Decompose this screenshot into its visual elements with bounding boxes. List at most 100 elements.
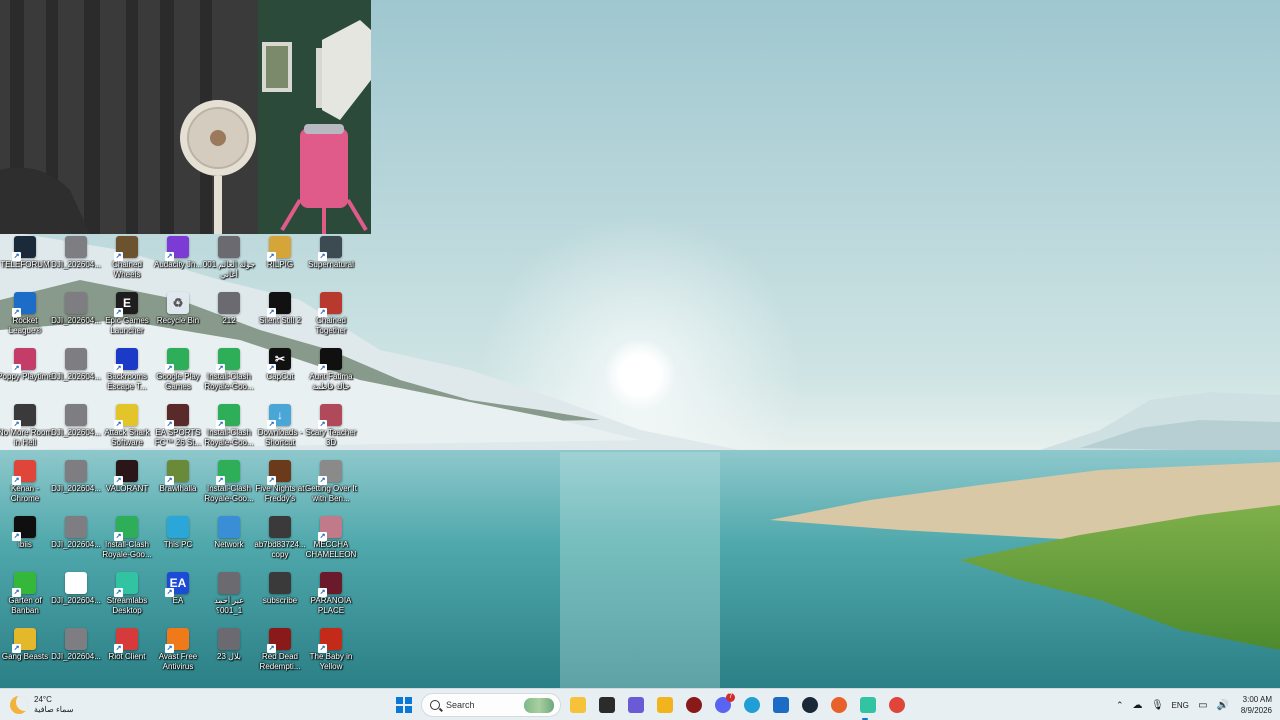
taskbar-search-box[interactable]: Search <box>421 693 561 717</box>
app-icon <box>12 236 36 261</box>
desktop-icon[interactable]: Install-Clash Royale-Goo... <box>102 514 152 570</box>
desktop-icon[interactable]: Install-Clash Royale-Goo... <box>204 346 254 402</box>
desktop-icon-label: EA <box>172 596 184 605</box>
desktop-icon-label: جولة العالم 001 أغاني <box>202 260 256 279</box>
desktop-icon[interactable]: جولة العالم 001 أغاني <box>202 234 256 290</box>
desktop-icon[interactable]: Network <box>204 514 254 570</box>
desktop-icon[interactable]: Five Nights at Freddy's <box>255 458 305 514</box>
desktop-icon[interactable]: DJI_202604... <box>51 290 101 346</box>
desktop-icon-label: Attack Shark Software <box>104 428 150 447</box>
desktop-icon[interactable]: Chained Together <box>306 290 356 346</box>
app-icon: ✂ <box>267 348 291 373</box>
app-icon: ↓ <box>267 404 291 429</box>
weather-widget[interactable]: 24°C سماء صافية <box>10 693 74 717</box>
desktop-icon[interactable]: Garten of Banban <box>0 570 50 626</box>
desktop-icon[interactable]: Install-Clash Royale-Goo... <box>204 402 254 458</box>
desktop-icon[interactable]: DJI_202604... <box>51 626 101 682</box>
desktop-icon[interactable]: EEpic Games Launcher <box>102 290 152 346</box>
clock[interactable]: 3:00 AM 8/9/2026 <box>1241 694 1272 716</box>
taskbar-app-button[interactable] <box>798 693 822 717</box>
desktop-icon[interactable]: Chained Wheels <box>102 234 152 290</box>
desktop-icon[interactable]: DJI_202604... <box>51 570 101 626</box>
desktop-icon[interactable]: Scary Teacher 3D <box>306 402 357 458</box>
desktop-icon[interactable]: MECCHA CHAMELEON <box>306 514 356 570</box>
desktop-icon[interactable]: ♻ Recycle Bin <box>153 290 203 346</box>
app-icon <box>165 628 189 653</box>
desktop-icon[interactable]: EA SPORTS FC™ 26 St... <box>153 402 203 458</box>
desktop-icon[interactable]: Audacity Jn... <box>153 234 203 290</box>
network-icon[interactable]: ▭ <box>1197 699 1209 711</box>
desktop-icon[interactable]: TELEFORUM <box>0 234 50 290</box>
desktop-icon[interactable]: Getting Over It with Ben... <box>305 458 357 514</box>
show-hidden-icons-chevron-icon[interactable]: ⌃ <box>1116 700 1124 711</box>
desktop-icon[interactable]: No More Room in Hell <box>0 402 52 458</box>
task-view-icon <box>599 697 615 713</box>
app-icon <box>318 572 342 597</box>
desktop-icon[interactable]: Riot Client <box>102 626 152 682</box>
search-highlight-icon <box>524 698 554 713</box>
taskbar-app-button[interactable] <box>566 693 590 717</box>
desktop-icon[interactable]: Kenan - Chrome <box>0 458 50 514</box>
clock-time: 3:00 AM <box>1242 695 1272 704</box>
desktop-icon[interactable]: Attack Shark Software <box>102 402 152 458</box>
microsoft-store-icon <box>773 697 789 713</box>
taskbar-app-button[interactable] <box>769 693 793 717</box>
desktop-icon[interactable]: PARANOIA PLACE <box>306 570 356 626</box>
taskbar-app-button[interactable] <box>682 693 706 717</box>
desktop-icon[interactable]: Streamlabs Desktop <box>102 570 152 626</box>
desktop-icon[interactable]: Silent Still 2 <box>255 290 305 346</box>
taskbar-app-button[interactable] <box>856 693 880 720</box>
desktop-icon[interactable]: ibiis <box>0 514 50 570</box>
desktop-icon[interactable]: DJI_202604... <box>51 346 101 402</box>
taskbar-app-button[interactable] <box>885 693 909 717</box>
desktop-icon[interactable]: RILPIG <box>255 234 305 290</box>
app-icon <box>165 404 189 429</box>
app-icon <box>167 516 189 538</box>
desktop-icon[interactable]: 212 <box>204 290 254 346</box>
taskbar-app-button[interactable]: 7 <box>711 693 735 717</box>
desktop-icon[interactable]: Gang Beasts <box>0 626 50 682</box>
taskbar-app-button[interactable] <box>740 693 764 717</box>
app-icon: E <box>114 292 138 317</box>
desktop-icon[interactable]: ✂CapCut <box>255 346 305 402</box>
desktop-icon[interactable]: Red Dead Redempti... <box>255 626 305 682</box>
app-icon <box>267 460 291 485</box>
volume-icon[interactable]: 🔊 <box>1217 699 1229 711</box>
taskbar-app-button[interactable] <box>595 693 619 717</box>
desktop-icon[interactable]: DJI_202604... <box>51 234 101 290</box>
app-icon <box>65 404 87 426</box>
desktop-icon[interactable]: Supernatural <box>306 234 356 290</box>
desktop-icon[interactable]: ↓Downloads - Shortcut <box>255 402 305 458</box>
desktop-icon[interactable]: subscribe <box>255 570 305 626</box>
desktop-icon[interactable]: VALORANT <box>102 458 152 514</box>
desktop-icon[interactable]: DJI_202604... <box>51 402 101 458</box>
onedrive-icon[interactable]: ☁ <box>1132 699 1144 711</box>
desktop-icon[interactable]: Google Play Games <box>153 346 203 402</box>
desktop-icon[interactable]: Poppy Playtime <box>0 346 53 402</box>
desktop-icon[interactable]: EAEA <box>153 570 203 626</box>
taskbar-app-button[interactable] <box>827 693 851 717</box>
desktop-icon[interactable]: 23 بلال <box>204 626 254 682</box>
desktop-icon[interactable]: This PC <box>153 514 203 570</box>
start-button[interactable] <box>392 693 416 717</box>
desktop-icon[interactable]: Avast Free Antivirus <box>153 626 203 682</box>
store-icon <box>628 697 644 713</box>
taskbar-app-button[interactable] <box>653 693 677 717</box>
desktop-icon[interactable]: عبر أحمد 1_001؟ <box>204 570 254 626</box>
windows-logo-icon <box>396 697 412 713</box>
desktop-icon[interactable]: Install-Clash Royale-Goo... <box>204 458 254 514</box>
desktop-icon[interactable]: Aunt Fatima خالة فاطمة <box>306 346 356 402</box>
app-icon <box>114 236 138 261</box>
desktop-icon[interactable]: DJI_202604... <box>51 514 101 570</box>
obs-icon <box>686 697 702 713</box>
taskbar-app-button[interactable] <box>624 693 648 717</box>
desktop-icon[interactable]: Brawlhalla <box>153 458 203 514</box>
desktop-icon[interactable]: ab7bd83724... copy <box>254 514 306 570</box>
desktop-icon[interactable]: The Baby in Yellow <box>306 626 356 682</box>
microphone-icon[interactable]: 🎙 <box>1151 699 1164 711</box>
app-icon <box>318 516 342 541</box>
desktop-icon[interactable]: Backrooms Escape T... <box>102 346 152 402</box>
language-indicator[interactable]: ENG <box>1172 701 1189 710</box>
desktop-icon[interactable]: Rocket League® <box>0 290 50 346</box>
desktop-icon[interactable]: DJI_202604... <box>51 458 101 514</box>
